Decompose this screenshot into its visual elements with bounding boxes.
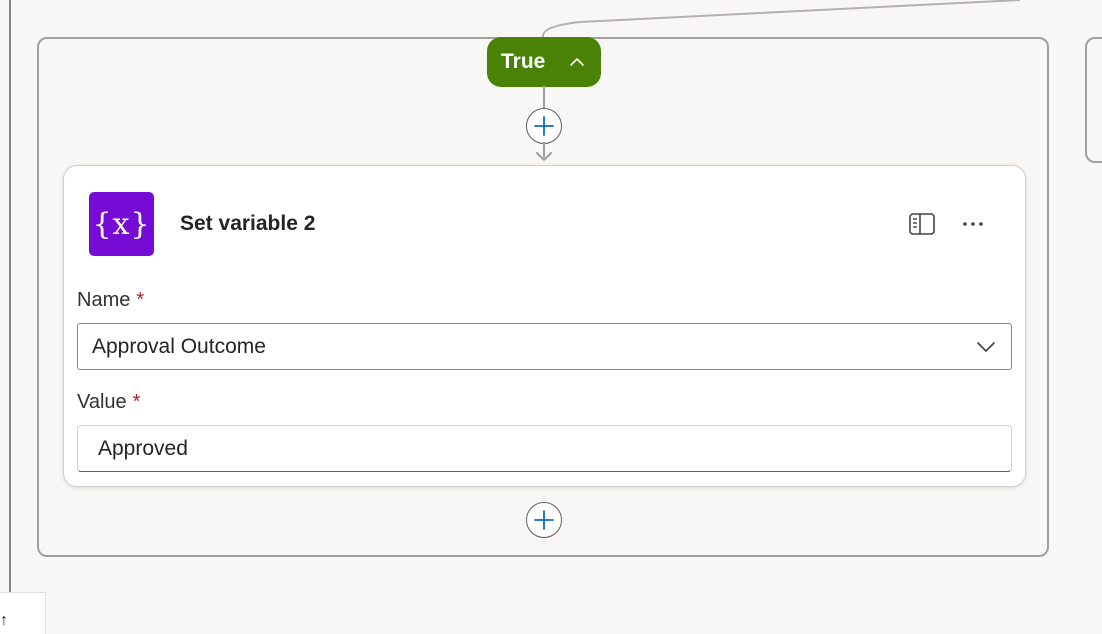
required-mark: * — [132, 391, 141, 413]
chevron-down-icon — [977, 341, 995, 352]
name-field-label: Name * — [77, 289, 145, 311]
panel-icon[interactable] — [908, 211, 936, 237]
true-branch-toggle[interactable]: True — [487, 37, 601, 87]
insert-step-button[interactable] — [526, 108, 562, 144]
value-field-label: Value * — [77, 391, 141, 413]
branch-label: True — [501, 50, 546, 73]
branch-connector — [542, 0, 1020, 40]
arrow-up-icon: ↑ — [0, 612, 8, 629]
plus-icon — [534, 510, 554, 530]
more-icon[interactable] — [960, 211, 988, 237]
value-input-text: Approved — [98, 436, 188, 460]
action-title[interactable]: Set variable 2 — [180, 212, 315, 236]
parent-scope-border — [9, 0, 11, 634]
connector-line — [543, 86, 545, 110]
add-step-button[interactable] — [526, 502, 562, 538]
name-dropdown[interactable]: Approval Outcome — [77, 323, 1012, 370]
variable-icon: {x} — [89, 192, 154, 256]
false-branch-scope[interactable] — [1085, 37, 1102, 163]
name-dropdown-value: Approval Outcome — [92, 334, 266, 358]
required-mark: * — [136, 289, 145, 311]
value-input[interactable]: Approved — [77, 425, 1012, 472]
arrow-down-icon — [536, 152, 552, 161]
chevron-up-icon — [570, 58, 584, 66]
plus-icon — [534, 116, 554, 136]
